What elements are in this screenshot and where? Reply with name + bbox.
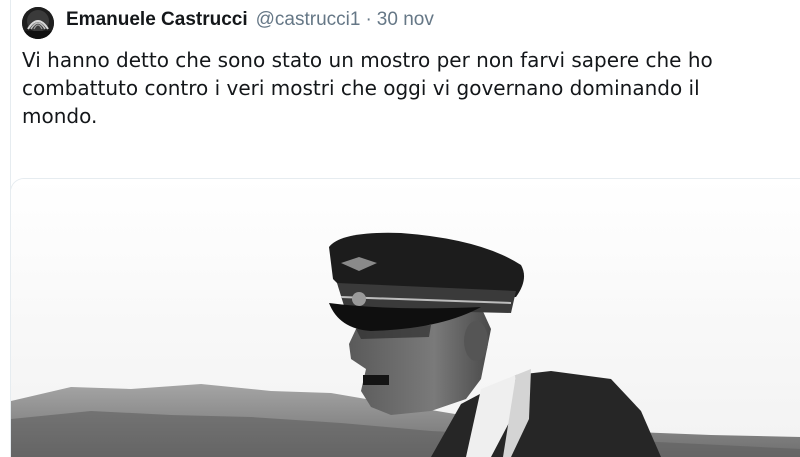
author-name[interactable]: Emanuele Castrucci [66,9,248,31]
tweet-media[interactable] [10,178,800,457]
author-avatar[interactable] [22,7,54,39]
header-separator: · [365,9,372,30]
tweet-header: Emanuele Castrucci @castrucci1 · 30 nov [66,9,434,37]
tweet-date[interactable]: 30 nov [377,9,434,31]
avatar-image [22,7,54,39]
author-handle[interactable]: @castrucci1 [256,9,361,31]
tweet-text: Vi hanno detto che sono stato un mostro … [22,48,713,128]
tweet-card[interactable]: Emanuele Castrucci @castrucci1 · 30 nov … [0,0,800,457]
media-photo [11,179,800,457]
